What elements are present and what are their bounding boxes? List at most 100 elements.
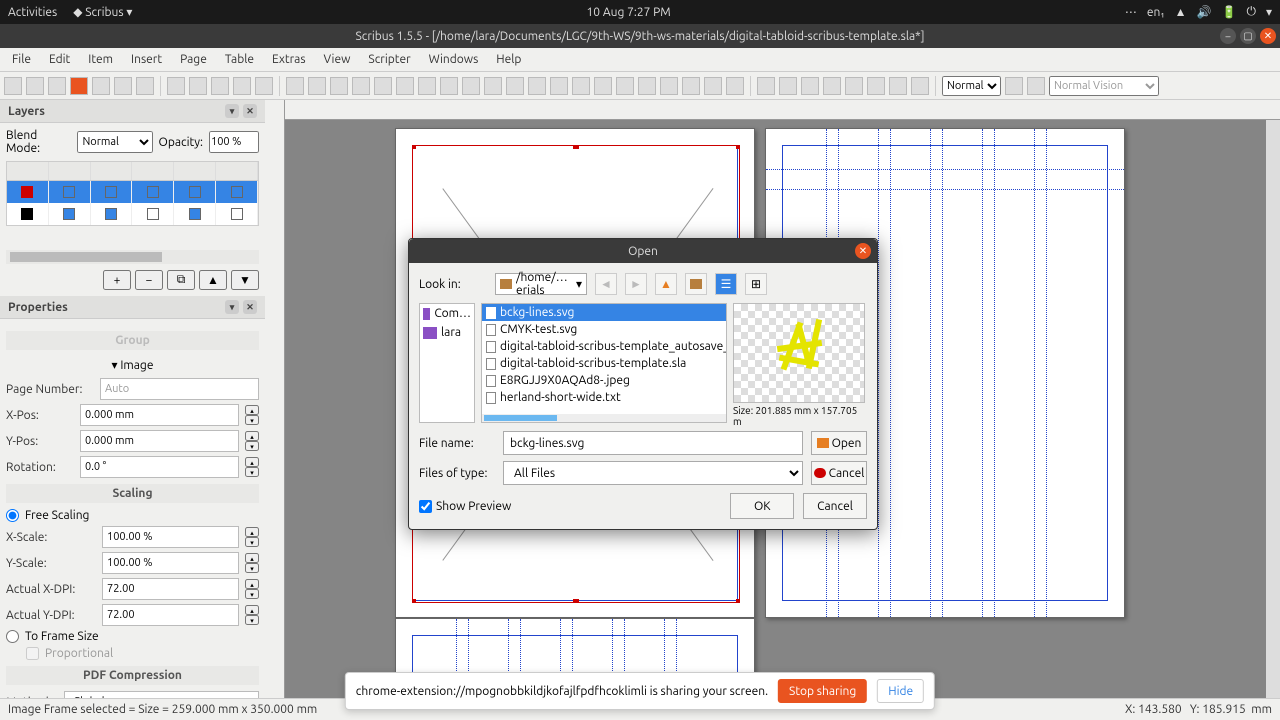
props-shade-button[interactable]: ▾ [225, 300, 239, 314]
vision-select[interactable]: Normal Vision [1049, 76, 1159, 96]
tool-shape-icon[interactable] [396, 77, 414, 95]
tool-freehand-icon[interactable] [506, 77, 524, 95]
layer-dup-button[interactable]: ⧉ [167, 270, 195, 290]
rotation-input[interactable] [80, 456, 239, 478]
tool-zoom-icon[interactable] [572, 77, 590, 95]
filename-input[interactable] [503, 431, 803, 455]
tool-pdf-combo-icon[interactable] [845, 77, 863, 95]
tool-pdf-annot-icon[interactable] [889, 77, 907, 95]
tool-open-icon[interactable] [26, 77, 44, 95]
tool-image-icon[interactable] [330, 77, 348, 95]
file-item[interactable]: herland-short-wide.txt [482, 389, 726, 406]
tool-close-icon[interactable] [70, 77, 88, 95]
menu-page[interactable]: Page [172, 50, 215, 69]
file-item[interactable]: CMYK-test.svg [482, 321, 726, 338]
blend-mode-select[interactable]: Normal [77, 131, 152, 153]
menu-extras[interactable]: Extras [264, 50, 314, 69]
network-icon[interactable]: ▲ [1175, 5, 1187, 19]
hide-share-button[interactable]: Hide [877, 679, 924, 703]
filetype-select[interactable]: All Files [503, 461, 803, 485]
layer-up-button[interactable]: ▲ [199, 270, 227, 290]
cancel-button[interactable]: Cancel [803, 493, 867, 519]
layer-row[interactable] [7, 203, 258, 225]
tool-copy-props-icon[interactable] [704, 77, 722, 95]
volume-icon[interactable]: 🔊 [1197, 5, 1212, 19]
tool-unlink-icon[interactable] [660, 77, 678, 95]
menu-insert[interactable]: Insert [123, 50, 170, 69]
tool-line-icon[interactable] [462, 77, 480, 95]
props-close-button[interactable]: ✕ [243, 300, 257, 314]
dialog-close-button[interactable]: ✕ [855, 243, 871, 259]
xscale-input[interactable] [102, 526, 239, 548]
menu-help[interactable]: Help [488, 50, 529, 69]
tool-pdf-link-icon[interactable] [911, 77, 929, 95]
maximize-button[interactable]: ▢ [1240, 28, 1256, 44]
image-section-label[interactable]: Image [120, 359, 153, 372]
system-menu-icon[interactable]: ▾ [1266, 5, 1272, 19]
open-file-button[interactable]: Open [811, 431, 867, 455]
menu-file[interactable]: File [4, 50, 39, 69]
menu-windows[interactable]: Windows [421, 50, 487, 69]
activities-button[interactable]: Activities [8, 6, 57, 19]
tool-link-icon[interactable] [638, 77, 656, 95]
layer-remove-button[interactable]: − [135, 270, 163, 290]
up-button[interactable]: ▲ [655, 273, 677, 295]
tool-cut-icon[interactable] [211, 77, 229, 95]
ydpi-input[interactable] [102, 604, 239, 626]
xpos-down[interactable]: ▾ [245, 415, 259, 425]
tool-copy-icon[interactable] [233, 77, 251, 95]
layers-shade-button[interactable]: ▾ [225, 104, 239, 118]
forward-button[interactable]: ► [625, 273, 647, 295]
tool-edit-text-icon[interactable] [616, 77, 634, 95]
menu-scripter[interactable]: Scripter [360, 50, 418, 69]
layer-down-button[interactable]: ▼ [231, 270, 259, 290]
tool-undo-icon[interactable] [167, 77, 185, 95]
close-button[interactable]: ✕ [1260, 28, 1276, 44]
xpos-up[interactable]: ▴ [245, 405, 259, 415]
tool-rotate-icon[interactable] [550, 77, 568, 95]
clock[interactable]: 10 Aug 7:27 PM [132, 6, 1124, 19]
place-home[interactable]: lara [420, 323, 474, 342]
tool-text-icon[interactable] [308, 77, 326, 95]
menu-item[interactable]: Item [80, 50, 121, 69]
ypos-down[interactable]: ▾ [245, 441, 259, 451]
tool-pdf-text-icon[interactable] [801, 77, 819, 95]
tool-preview-icon[interactable] [1027, 77, 1045, 95]
file-item[interactable]: digital-tabloid-scribus-template_autosav… [482, 338, 726, 355]
layer-row[interactable] [7, 181, 258, 203]
stop-sharing-button[interactable]: Stop sharing [778, 679, 867, 703]
tool-pdf-radio-icon[interactable] [779, 77, 797, 95]
tool-calligraphic-icon[interactable] [528, 77, 546, 95]
power-icon[interactable]: ⏻ [1246, 5, 1256, 19]
yscale-input[interactable] [102, 552, 239, 574]
battery-icon[interactable]: 🔋 [1222, 5, 1237, 19]
tool-measure-icon[interactable] [682, 77, 700, 95]
tool-eyedropper-icon[interactable] [726, 77, 744, 95]
preview-mode-select[interactable]: Normal [942, 76, 1001, 96]
menu-table[interactable]: Table [217, 50, 262, 69]
tray-more-icon[interactable]: ⋯ [1125, 5, 1137, 19]
tool-save-icon[interactable] [48, 77, 66, 95]
place-computer[interactable]: Com… [420, 304, 474, 323]
layers-h-scrollbar[interactable] [6, 250, 259, 264]
filelist-h-scrollbar[interactable] [482, 414, 726, 422]
tool-preflight-icon[interactable] [114, 77, 132, 95]
tool-select-icon[interactable] [286, 77, 304, 95]
tool-edit-contents-icon[interactable] [594, 77, 612, 95]
layers-close-button[interactable]: ✕ [243, 104, 257, 118]
tool-print-icon[interactable] [92, 77, 110, 95]
layer-add-button[interactable]: + [103, 270, 131, 290]
canvas-v-scrollbar[interactable] [1266, 120, 1280, 720]
ypos-up[interactable]: ▴ [245, 431, 259, 441]
file-item[interactable]: digital-tabloid-scribus-template.sla [482, 355, 726, 372]
file-item[interactable]: E8RGJJ9X0AQAd8-.jpeg [482, 372, 726, 389]
detail-view-button[interactable]: ⊞ [745, 273, 767, 295]
tool-cms-icon[interactable] [1005, 77, 1023, 95]
list-view-button[interactable]: ☰ [715, 273, 737, 295]
opacity-input[interactable] [209, 131, 259, 153]
file-item[interactable]: bckg-lines.svg [482, 304, 726, 321]
minimize-button[interactable]: – [1220, 28, 1236, 44]
tool-pdf-pushbtn-icon[interactable] [757, 77, 775, 95]
tool-table-icon[interactable] [374, 77, 392, 95]
tool-pdf-icon[interactable] [136, 77, 154, 95]
